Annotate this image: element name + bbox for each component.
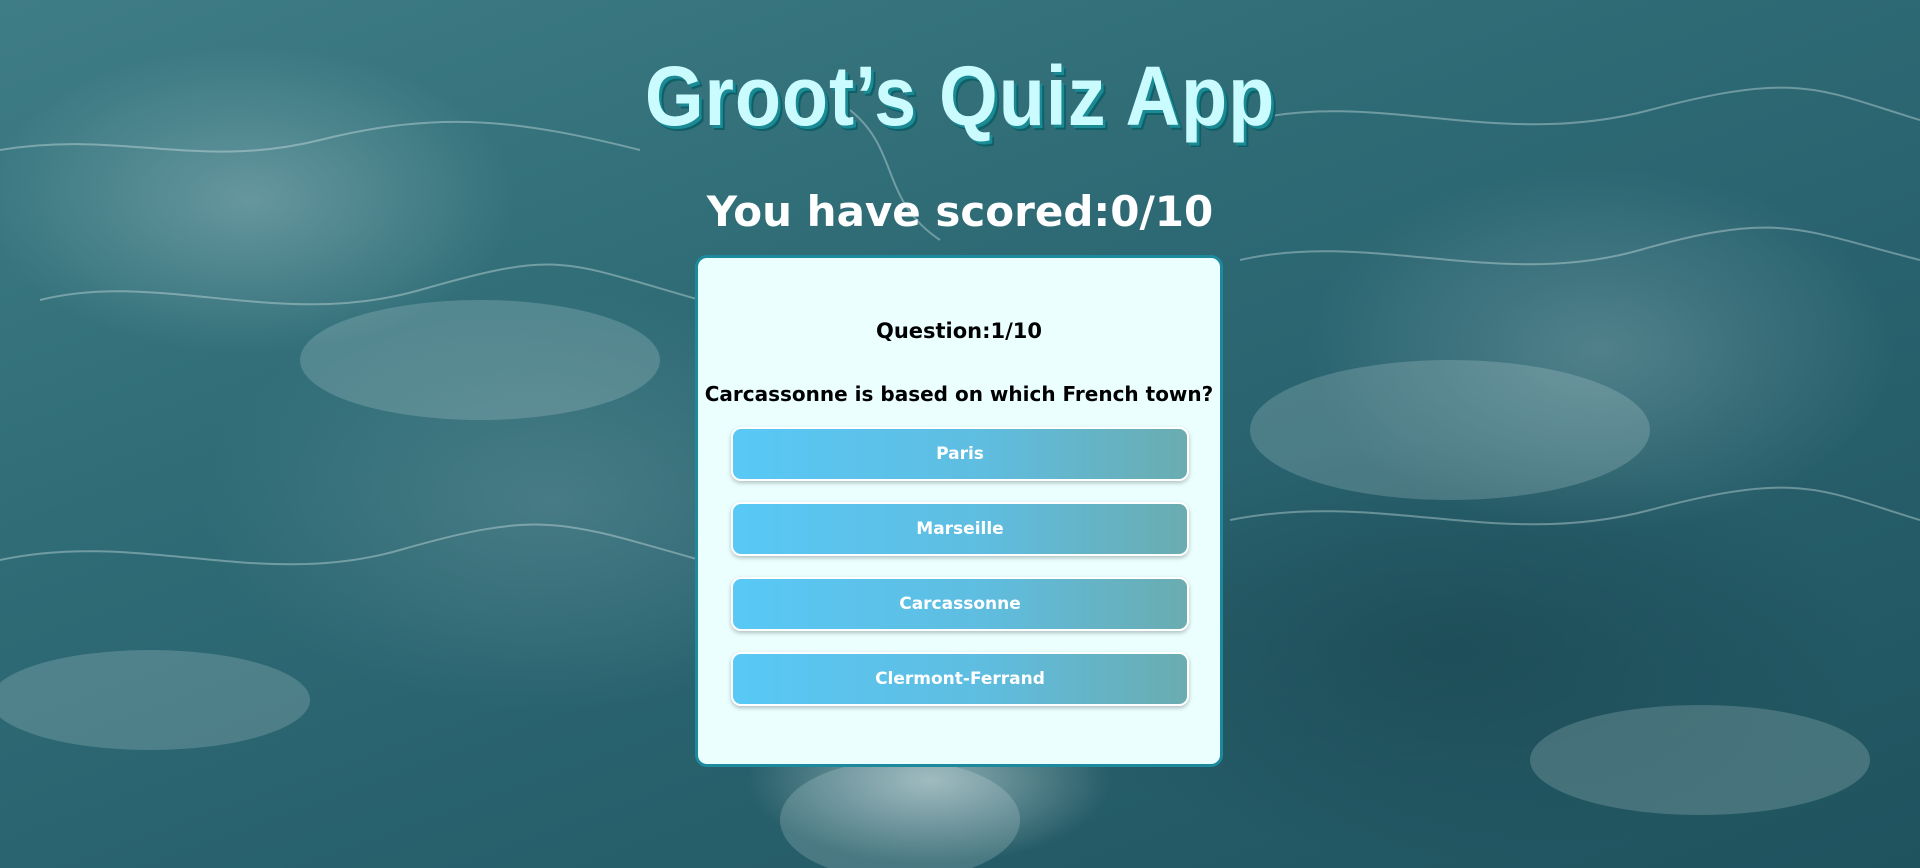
score-display: You have scored:0/10 bbox=[0, 184, 1920, 240]
question-text: Carcassonne is based on which French tow… bbox=[704, 382, 1214, 406]
answer-button-marseille[interactable]: Marseille bbox=[731, 502, 1189, 556]
app-title: Groot’s Quiz App bbox=[644, 49, 1276, 143]
answer-button-clermont-ferrand[interactable]: Clermont-Ferrand bbox=[731, 652, 1189, 706]
question-counter: Question:1/10 bbox=[875, 319, 1043, 343]
score-label: You have scored: bbox=[706, 187, 1111, 236]
score-value: 0/10 bbox=[1110, 187, 1214, 236]
quiz-card: Question:1/10 Carcassonne is based on wh… bbox=[695, 255, 1223, 767]
answer-button-carcassonne[interactable]: Carcassonne bbox=[731, 577, 1189, 631]
answer-list: Paris Marseille Carcassonne Clermont-Fer… bbox=[731, 427, 1189, 727]
answer-button-paris[interactable]: Paris bbox=[731, 427, 1189, 481]
